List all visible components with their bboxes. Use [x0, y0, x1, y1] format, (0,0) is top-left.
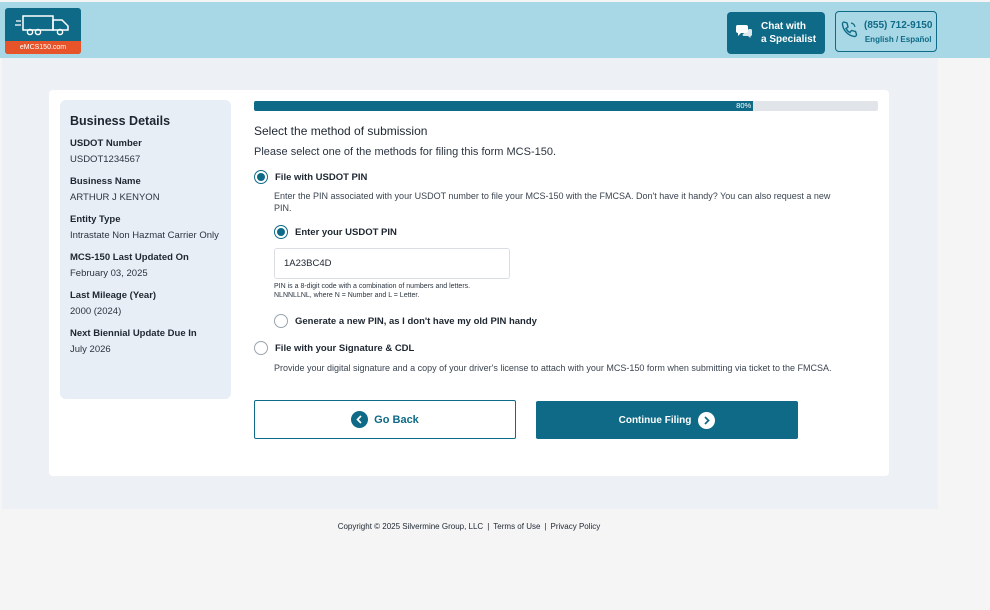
detail-label: Entity Type — [70, 214, 121, 225]
go-back-label: Go Back — [374, 413, 419, 426]
pin-hint-line1: PIN is a 8-digit code with a combination… — [274, 283, 471, 290]
detail-last-updated: MCS-150 Last Updated On February 03, 202… — [70, 252, 221, 280]
detail-label: MCS-150 Last Updated On — [70, 252, 189, 263]
detail-next-update: Next Biennial Update Due In July 2026 — [70, 328, 221, 356]
option-signature-description: Provide your digital signature and a cop… — [274, 363, 832, 373]
section-title: Select the method of submission — [254, 124, 428, 138]
sub-option-enter-pin[interactable]: Enter your USDOT PIN — [274, 225, 397, 239]
continue-filing-label: Continue Filing — [618, 414, 692, 426]
logo-text: eMCS150.com — [5, 41, 81, 54]
option-pin-description: Enter the PIN associated with your USDOT… — [274, 191, 831, 213]
detail-value: Intrastate Non Hazmat Carrier Only — [70, 230, 219, 241]
site-logo[interactable]: eMCS150.com — [5, 8, 81, 54]
detail-value: 2000 (2024) — [70, 306, 122, 317]
option-signature-cdl[interactable]: File with your Signature & CDL — [254, 341, 414, 355]
sub-option-generate-pin[interactable]: Generate a new PIN, as I don't have my o… — [274, 314, 537, 328]
detail-value: February 03, 2025 — [70, 268, 148, 279]
top-header: eMCS150.com Chat with a Specialist (855)… — [0, 2, 990, 58]
progress-fill: 80% — [254, 101, 754, 111]
chat-specialist-button[interactable]: Chat with a Specialist — [727, 12, 825, 54]
chevron-left-icon — [351, 411, 369, 428]
phone-support-button[interactable]: (855) 712-9150 English / Español — [835, 11, 937, 52]
language-switch[interactable]: English / Español — [864, 35, 932, 44]
detail-label: USDOT Number — [70, 138, 142, 149]
detail-business-name: Business Name ARTHUR J KENYON — [70, 176, 221, 204]
chat-label-line1: Chat with — [761, 21, 806, 32]
detail-last-mileage: Last Mileage (Year) 2000 (2024) — [70, 290, 221, 318]
detail-label: Business Name — [70, 176, 141, 187]
progress-percent: 80% — [736, 101, 752, 110]
footer: Copyright © 2025 Silvermine Group, LLC | T… — [337, 522, 601, 531]
continue-filing-button[interactable]: Continue Filing — [536, 401, 798, 439]
go-back-button[interactable]: Go Back — [254, 400, 516, 439]
business-details-panel: Business Details USDOT Number USDOT12345… — [60, 100, 231, 399]
chat-icon — [735, 23, 753, 44]
radio-selected[interactable] — [254, 170, 268, 184]
pin-format-hint: PIN is a 8-digit code with a combination… — [274, 283, 470, 300]
detail-entity-type: Entity Type Intrastate Non Hazmat Carrie… — [70, 214, 221, 242]
radio-unselected[interactable] — [254, 341, 268, 355]
usdot-pin-input[interactable] — [274, 248, 510, 279]
terms-of-use-link[interactable]: Terms of Use — [493, 522, 540, 531]
copyright-text: Copyright © 2025 Silvermine Group, LLC — [337, 522, 484, 531]
privacy-policy-link[interactable]: Privacy Policy — [551, 522, 601, 531]
detail-label: Last Mileage (Year) — [70, 290, 157, 301]
detail-usdot-number: USDOT Number USDOT1234567 — [70, 138, 221, 166]
detail-value: July 2026 — [70, 344, 111, 355]
detail-label: Next Biennial Update Due In — [70, 328, 197, 339]
chat-label-line2: a Specialist — [761, 34, 817, 45]
truck-icon — [5, 8, 81, 42]
chevron-right-icon — [698, 411, 716, 429]
business-details-title: Business Details — [70, 114, 171, 128]
progress-bar: 80% — [254, 101, 878, 111]
phone-number: (855) 712-9150 — [864, 19, 933, 31]
detail-value: USDOT1234567 — [70, 154, 141, 165]
option-usdot-pin[interactable]: File with USDOT PIN — [254, 170, 367, 184]
phone-icon — [840, 20, 858, 43]
option-label: Generate a new PIN, as I don't have my o… — [295, 315, 537, 327]
section-subtitle: Please select one of the methods for fil… — [254, 146, 557, 158]
option-label: File with your Signature & CDL — [275, 342, 415, 354]
option-label: File with USDOT PIN — [275, 171, 368, 183]
option-label: Enter your USDOT PIN — [295, 226, 397, 238]
radio-unselected[interactable] — [274, 314, 288, 328]
radio-selected[interactable] — [274, 225, 288, 239]
pin-hint-line2: NLNNLLNL, where N = Number and L = Lette… — [274, 291, 420, 299]
detail-value: ARTHUR J KENYON — [70, 192, 160, 203]
